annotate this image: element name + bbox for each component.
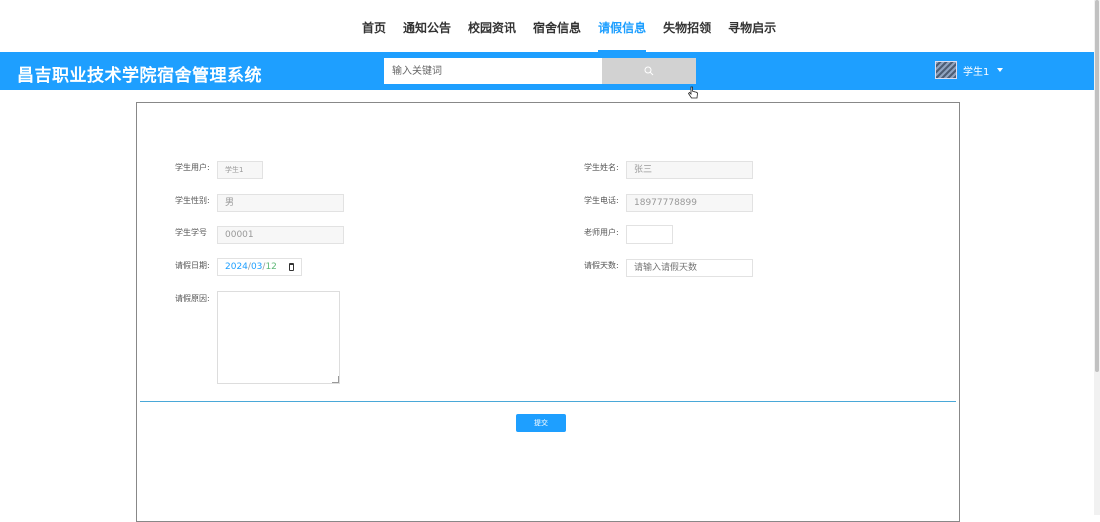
top-nav: 首页 通知公告 校园资讯 宿舍信息 请假信息 失物招领 寻物启示 xyxy=(0,0,1100,52)
leave-date-input[interactable]: 2024 / 03 / 12 xyxy=(217,258,302,276)
caret-down-icon xyxy=(997,68,1004,72)
student-phone-field[interactable]: 18977778899 xyxy=(626,194,753,212)
nav-item-campus-news[interactable]: 校园资讯 xyxy=(468,0,516,52)
student-name-label: 学生姓名: xyxy=(584,163,619,172)
leave-reason-textarea[interactable] xyxy=(217,291,340,384)
leave-days-label: 请假天数: xyxy=(584,261,619,270)
leave-form-card: 学生用户: 学生1 学生姓名: 张三 学生性别: 男 学生电话: 1897777… xyxy=(136,102,960,522)
avatar xyxy=(935,61,957,79)
search-button[interactable] xyxy=(602,58,696,84)
student-user-field[interactable]: 学生1 xyxy=(217,161,263,179)
calendar-icon[interactable] xyxy=(288,263,294,271)
scrollbar-thumb[interactable] xyxy=(1095,0,1099,372)
student-gender-label: 学生性别: xyxy=(175,196,210,205)
leave-reason-label: 请假原因: xyxy=(175,294,210,303)
user-menu[interactable]: 学生1 xyxy=(935,57,1004,83)
student-user-label: 学生用户: xyxy=(175,163,210,172)
nav-item-leave-info[interactable]: 请假信息 xyxy=(598,0,647,52)
form-divider xyxy=(140,401,956,402)
student-name-field[interactable]: 张三 xyxy=(626,161,753,179)
header-bar: 昌吉职业技术学院宿舍管理系统 学生1 xyxy=(0,52,1100,90)
nav-item-home[interactable]: 首页 xyxy=(362,0,386,52)
hand-cursor-icon xyxy=(687,86,699,103)
user-name: 学生1 xyxy=(963,66,990,78)
leave-date-month: 03 xyxy=(250,262,263,272)
teacher-user-label: 老师用户: xyxy=(584,228,619,237)
student-id-field[interactable]: 00001 xyxy=(217,226,344,244)
resize-grip-icon[interactable] xyxy=(332,376,339,383)
student-phone-label: 学生电话: xyxy=(584,196,619,205)
leave-date-label: 请假日期: xyxy=(175,261,210,270)
student-id-label: 学生学号 xyxy=(175,228,207,237)
search-icon xyxy=(644,66,654,76)
nav-item-lost-and-found[interactable]: 失物招领 xyxy=(663,0,711,52)
nav-links: 首页 通知公告 校园资讯 宿舍信息 请假信息 失物招领 寻物启示 xyxy=(362,0,793,52)
leave-date-year: 2024 xyxy=(225,262,248,272)
student-gender-field[interactable]: 男 xyxy=(217,194,344,212)
teacher-user-select[interactable] xyxy=(626,225,673,244)
search-input[interactable] xyxy=(384,58,602,84)
submit-button[interactable]: 提交 xyxy=(516,414,566,432)
nav-item-dorm-info[interactable]: 宿舍信息 xyxy=(533,0,581,52)
site-title: 昌吉职业技术学院宿舍管理系统 xyxy=(17,66,262,86)
leave-date-day: 12 xyxy=(265,262,277,272)
nav-item-lost-item-notice[interactable]: 寻物启示 xyxy=(728,0,776,52)
leave-days-input[interactable] xyxy=(626,259,753,277)
nav-item-notices[interactable]: 通知公告 xyxy=(403,0,451,52)
